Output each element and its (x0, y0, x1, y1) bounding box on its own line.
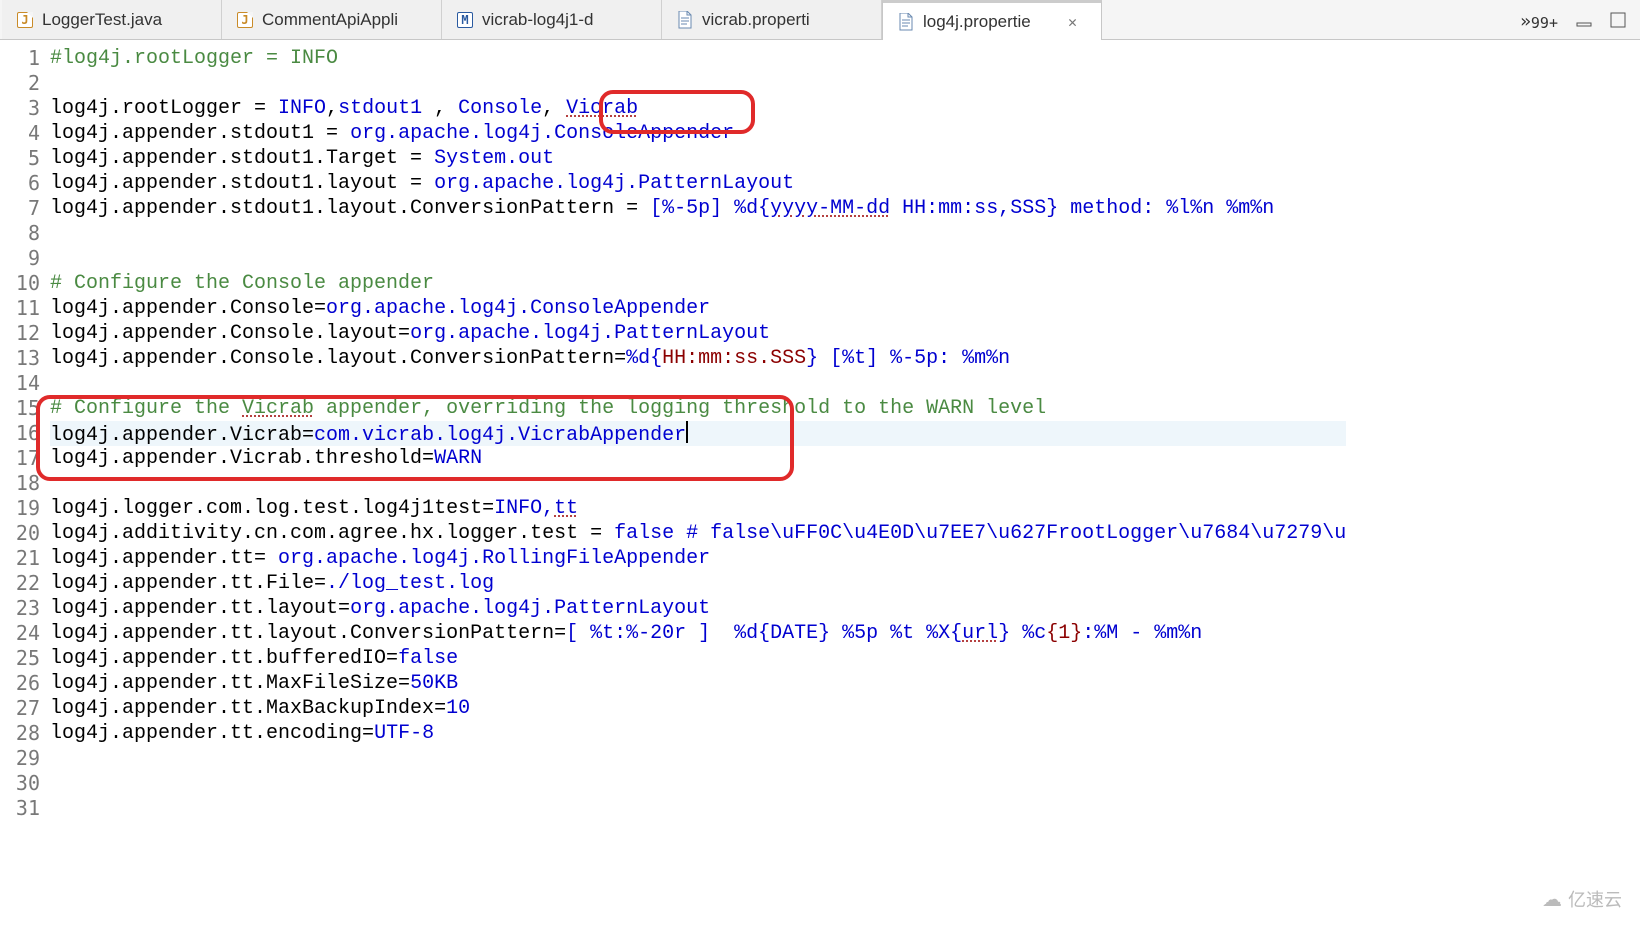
code-line[interactable]: log4j.appender.Console=org.apache.log4j.… (50, 296, 1346, 321)
code-line[interactable]: log4j.appender.tt.layout=org.apache.log4… (50, 596, 1346, 621)
code-line[interactable] (50, 796, 1346, 821)
tab-label: LoggerTest.java (42, 10, 162, 30)
line-number: 2 (0, 71, 40, 96)
line-number-gutter: 1234567891011121314151617181920212223242… (0, 40, 46, 821)
code-line[interactable] (50, 71, 1346, 96)
watermark-text: 亿速云 (1568, 886, 1622, 912)
line-number: 15 (0, 396, 40, 421)
line-number: 14 (0, 371, 40, 396)
editor-tab[interactable]: Mvicrab-log4j1-d (442, 0, 662, 39)
code-line[interactable]: #log4j.rootLogger = INFO (50, 46, 1346, 71)
cloud-icon: ☁ (1542, 887, 1562, 912)
code-line[interactable]: log4j.appender.tt.encoding=UTF-8 (50, 721, 1346, 746)
minimize-view-icon[interactable] (1576, 12, 1592, 28)
code-line[interactable]: log4j.appender.tt.layout.ConversionPatte… (50, 621, 1346, 646)
code-line[interactable]: log4j.appender.stdout1.layout.Conversion… (50, 196, 1346, 221)
line-number: 8 (0, 221, 40, 246)
code-line[interactable]: log4j.appender.Vicrab=com.vicrab.log4j.V… (50, 421, 1346, 446)
line-number: 10 (0, 271, 40, 296)
line-number: 20 (0, 521, 40, 546)
editor-tab[interactable]: log4j.propertie ✕ (882, 0, 1102, 40)
line-number: 9 (0, 246, 40, 271)
line-number: 21 (0, 546, 40, 571)
line-number: 3 (0, 96, 40, 121)
editor-tab[interactable]: vicrab.properti (662, 0, 882, 39)
line-number: 27 (0, 696, 40, 721)
tab-label: log4j.propertie (923, 12, 1031, 32)
text-cursor (686, 421, 688, 443)
tab-label: vicrab-log4j1-d (482, 10, 594, 30)
code-area[interactable]: #log4j.rootLogger = INFO log4j.rootLogger… (46, 40, 1346, 821)
code-line[interactable]: log4j.appender.tt.MaxFileSize=50KB (50, 671, 1346, 696)
code-line[interactable] (50, 246, 1346, 271)
code-line[interactable]: log4j.appender.Console.layout.Conversion… (50, 346, 1346, 371)
line-number: 5 (0, 146, 40, 171)
line-number: 19 (0, 496, 40, 521)
code-editor[interactable]: 1234567891011121314151617181920212223242… (0, 40, 1640, 821)
show-more-tabs-button[interactable]: »99+ (1520, 11, 1558, 32)
line-number: 4 (0, 121, 40, 146)
code-line[interactable]: log4j.appender.stdout1.layout = org.apac… (50, 171, 1346, 196)
tab-label: vicrab.properti (702, 10, 810, 30)
line-number: 1 (0, 46, 40, 71)
code-line[interactable]: log4j.appender.stdout1 = org.apache.log4… (50, 121, 1346, 146)
line-number: 7 (0, 196, 40, 221)
code-line[interactable] (50, 471, 1346, 496)
java-file-icon: J (17, 12, 33, 28)
code-line[interactable] (50, 221, 1346, 246)
code-line[interactable]: log4j.appender.tt.bufferedIO=false (50, 646, 1346, 671)
line-number: 26 (0, 671, 40, 696)
line-number: 18 (0, 471, 40, 496)
code-line[interactable]: log4j.appender.Vicrab.threshold=WARN (50, 446, 1346, 471)
code-line[interactable]: # Configure the Vicrab appender, overrid… (50, 396, 1346, 421)
xml-file-icon: M (457, 12, 473, 28)
code-line[interactable]: log4j.appender.stdout1.Target = System.o… (50, 146, 1346, 171)
line-number: 29 (0, 746, 40, 771)
code-line[interactable] (50, 771, 1346, 796)
editor-tab[interactable]: J LoggerTest.java (2, 0, 222, 39)
line-number: 16 (0, 421, 40, 446)
code-line[interactable] (50, 746, 1346, 771)
watermark: ☁ 亿速云 (1542, 886, 1622, 912)
editor-tab[interactable]: J CommentApiAppli (222, 0, 442, 39)
line-number: 12 (0, 321, 40, 346)
line-number: 23 (0, 596, 40, 621)
code-line[interactable]: log4j.appender.tt= org.apache.log4j.Roll… (50, 546, 1346, 571)
line-number: 11 (0, 296, 40, 321)
line-number: 17 (0, 446, 40, 471)
line-number: 30 (0, 771, 40, 796)
code-line[interactable]: log4j.appender.tt.MaxBackupIndex=10 (50, 696, 1346, 721)
text-file-icon (898, 13, 914, 31)
line-number: 13 (0, 346, 40, 371)
editor-tab-bar: J LoggerTest.java J CommentApiAppli Mvicrab-… (0, 0, 1640, 40)
code-line[interactable]: log4j.logger.com.log.test.log4j1test=INF… (50, 496, 1346, 521)
text-file-icon (677, 11, 693, 29)
line-number: 24 (0, 621, 40, 646)
close-icon[interactable]: ✕ (1068, 13, 1077, 31)
code-line[interactable]: log4j.additivity.cn.com.agree.hx.logger.… (50, 521, 1346, 546)
code-line[interactable]: log4j.appender.tt.File=./log_test.log (50, 571, 1346, 596)
line-number: 31 (0, 796, 40, 821)
java-file-icon: J (237, 12, 253, 28)
line-number: 28 (0, 721, 40, 746)
maximize-view-icon[interactable] (1610, 12, 1626, 28)
code-line[interactable]: log4j.appender.Console.layout=org.apache… (50, 321, 1346, 346)
code-line[interactable] (50, 371, 1346, 396)
line-number: 6 (0, 171, 40, 196)
code-line[interactable]: # Configure the Console appender (50, 271, 1346, 296)
tab-label: CommentApiAppli (262, 10, 398, 30)
line-number: 22 (0, 571, 40, 596)
line-number: 25 (0, 646, 40, 671)
code-line[interactable]: log4j.rootLogger = INFO,stdout1 , Consol… (50, 96, 1346, 121)
